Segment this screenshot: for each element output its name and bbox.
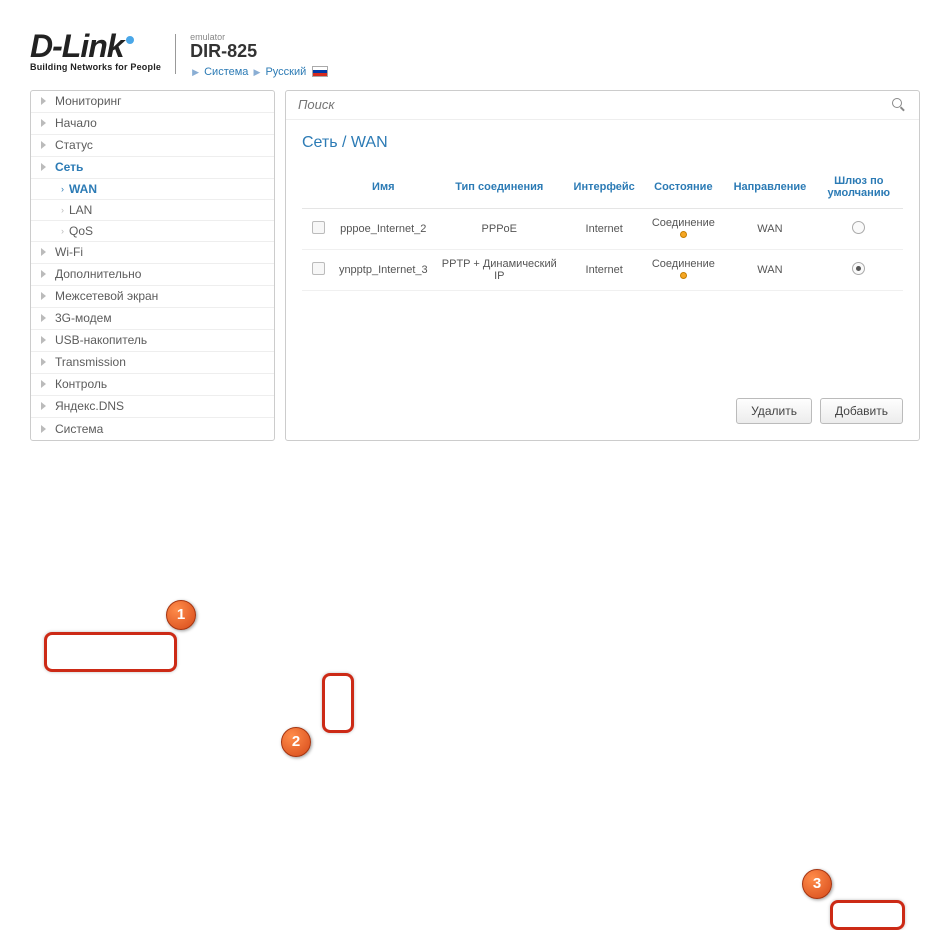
chevron-right-icon [39,313,49,323]
add-button[interactable]: Добавить [820,398,903,424]
sidebar-item-label: Контроль [55,377,107,391]
gateway-radio[interactable] [852,262,865,275]
sidebar-item-usb[interactable]: USB-накопитель [31,330,274,352]
chevron-right-icon: ▶ [192,67,199,77]
table-row[interactable]: ynpptp_Internet_3 PPTP + Динамический IP… [302,249,903,290]
header-separator [175,34,176,74]
chevron-right-icon [39,401,49,411]
crumb-system[interactable]: Система [204,66,248,78]
delete-button[interactable]: Удалить [736,398,812,424]
table-row[interactable]: pppoe_Internet_2 PPPoE Internet Соединен… [302,208,903,249]
cell-name: ynpptp_Internet_3 [335,249,432,290]
chevron-right-icon [39,118,49,128]
sidebar-item-yandexdns[interactable]: Яндекс.DNS [31,396,274,418]
sidebar-item-control[interactable]: Контроль [31,374,274,396]
col-name: Имя [335,166,432,209]
breadcrumb: ▶ Система ▶ Русский [190,66,328,78]
header: D-Link Building Networks for People emul… [30,30,920,78]
status-dot-icon [680,272,687,279]
sidebar-item-label: Transmission [55,355,126,369]
sidebar-subitem-qos[interactable]: › QoS [31,221,274,242]
arrow-right-icon: › [61,184,64,194]
sidebar-item-label: Яндекс.DNS [55,399,124,413]
sidebar-item-label: Начало [55,116,97,130]
sidebar-subitem-lan[interactable]: › LAN [31,200,274,221]
search-input[interactable] [298,97,891,112]
sidebar-item-wifi[interactable]: Wi-Fi [31,242,274,264]
sidebar-item-3g[interactable]: 3G-модем [31,308,274,330]
col-iface: Интерфейс [567,166,642,209]
cell-state: Соединение [641,208,725,249]
wan-table: Имя Тип соединения Интерфейс Состояние Н… [302,166,903,291]
sidebar-item-label: Система [55,422,103,436]
row-checkbox[interactable] [312,221,325,234]
logo: D-Link Building Networks for People [30,30,161,72]
model-label: DIR-825 [190,42,328,62]
sidebar-item-system[interactable]: Система [31,418,274,440]
chevron-right-icon [39,335,49,345]
sidebar-item-advanced[interactable]: Дополнительно [31,264,274,286]
flag-ru-icon [312,66,328,77]
sidebar-item-status[interactable]: Статус [31,135,274,157]
col-gateway: Шлюз по умолчанию [815,166,903,209]
logo-tagline: Building Networks for People [30,62,161,72]
sidebar-item-label: Wi-Fi [55,245,83,259]
sidebar-item-label: Статус [55,138,93,152]
sidebar-subitem-label: WAN [69,182,97,196]
sidebar-subitem-wan[interactable]: › WAN [31,179,274,200]
status-dot-icon [680,231,687,238]
chevron-right-icon [39,96,49,106]
arrow-right-icon: › [61,205,64,215]
header-right: emulator DIR-825 ▶ Система ▶ Русский [190,30,328,78]
callout-badge: 2 [281,727,311,757]
sidebar-subitem-label: QoS [69,224,93,238]
sidebar: Мониторинг Начало Статус Сеть ›WAN ›LAN … [30,90,275,441]
action-bar: Удалить Добавить [736,398,903,424]
col-state: Состояние [641,166,725,209]
search-bar [286,91,919,120]
sidebar-item-transmission[interactable]: Transmission [31,352,274,374]
sidebar-item-label: Сеть [55,160,83,174]
sidebar-item-label: 3G-модем [55,311,112,325]
row-checkbox[interactable] [312,262,325,275]
chevron-right-icon [39,162,49,172]
cell-type: PPTP + Динамический IP [432,249,567,290]
cell-direction: WAN [725,249,814,290]
cell-iface: Internet [567,249,642,290]
callout-badge: 3 [802,869,832,899]
sidebar-item-network[interactable]: Сеть [31,157,274,179]
col-type: Тип соединения [432,166,567,209]
chevron-right-icon [39,357,49,367]
arrow-right-icon: › [61,226,64,236]
sidebar-item-firewall[interactable]: Межсетевой экран [31,286,274,308]
cell-state: Соединение [641,249,725,290]
chevron-right-icon [39,291,49,301]
chevron-right-icon [39,424,49,434]
col-direction: Направление [725,166,814,209]
cell-direction: WAN [725,208,814,249]
sidebar-item-home[interactable]: Начало [31,113,274,135]
cell-name: pppoe_Internet_2 [335,208,432,249]
search-icon[interactable] [891,97,907,113]
main-panel: Сеть / WAN Имя Тип соединения Интерфейс … [285,90,920,441]
chevron-right-icon: ▶ [253,67,260,77]
sidebar-item-monitoring[interactable]: Мониторинг [31,91,274,113]
chevron-right-icon [39,247,49,257]
chevron-right-icon [39,379,49,389]
chevron-right-icon [39,269,49,279]
page-title: Сеть / WAN [302,134,903,152]
crumb-language[interactable]: Русский [265,66,306,78]
logo-wordmark: D-Link [30,30,161,62]
sidebar-item-label: Мониторинг [55,94,122,108]
cell-iface: Internet [567,208,642,249]
sidebar-item-label: USB-накопитель [55,333,147,347]
table-head-row: Имя Тип соединения Интерфейс Состояние Н… [302,166,903,209]
chevron-right-icon [39,140,49,150]
sidebar-subitem-label: LAN [69,203,92,217]
sidebar-item-label: Дополнительно [55,267,141,281]
cell-type: PPPoE [432,208,567,249]
gateway-radio[interactable] [852,221,865,234]
sidebar-item-label: Межсетевой экран [55,289,158,303]
callout-badge: 1 [166,600,196,630]
